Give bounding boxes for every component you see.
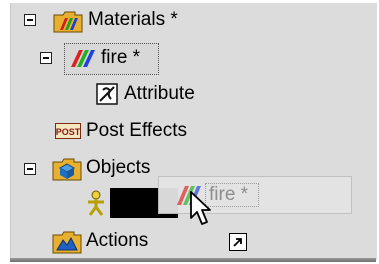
- panel-bottom-edge: [10, 258, 376, 262]
- collapse-toggle-materials[interactable]: [24, 14, 36, 26]
- materials-label: Materials *: [88, 9, 178, 30]
- materials-folder-icon: [53, 11, 83, 33]
- objects-label: Objects: [86, 157, 151, 178]
- post-effects-icon: POST: [55, 123, 81, 139]
- person-icon: [88, 190, 104, 216]
- post-effects-label: Post Effects: [86, 120, 188, 141]
- collapse-toggle-objects[interactable]: [24, 163, 36, 175]
- shortcut-arrow-icon: [229, 233, 247, 251]
- actions-label: Actions: [86, 230, 149, 251]
- rainbow-material-icon: [71, 50, 95, 67]
- actions-folder-icon: [52, 231, 82, 254]
- objects-folder-icon: [52, 158, 82, 181]
- svg-text:POST: POST: [56, 127, 81, 137]
- attribute-label: Attribute: [124, 83, 195, 104]
- collapse-toggle-fire[interactable]: [40, 52, 52, 64]
- fire-label: fire *: [101, 47, 141, 68]
- attribute-icon: [96, 83, 118, 105]
- arrow-cursor-icon: [190, 191, 211, 225]
